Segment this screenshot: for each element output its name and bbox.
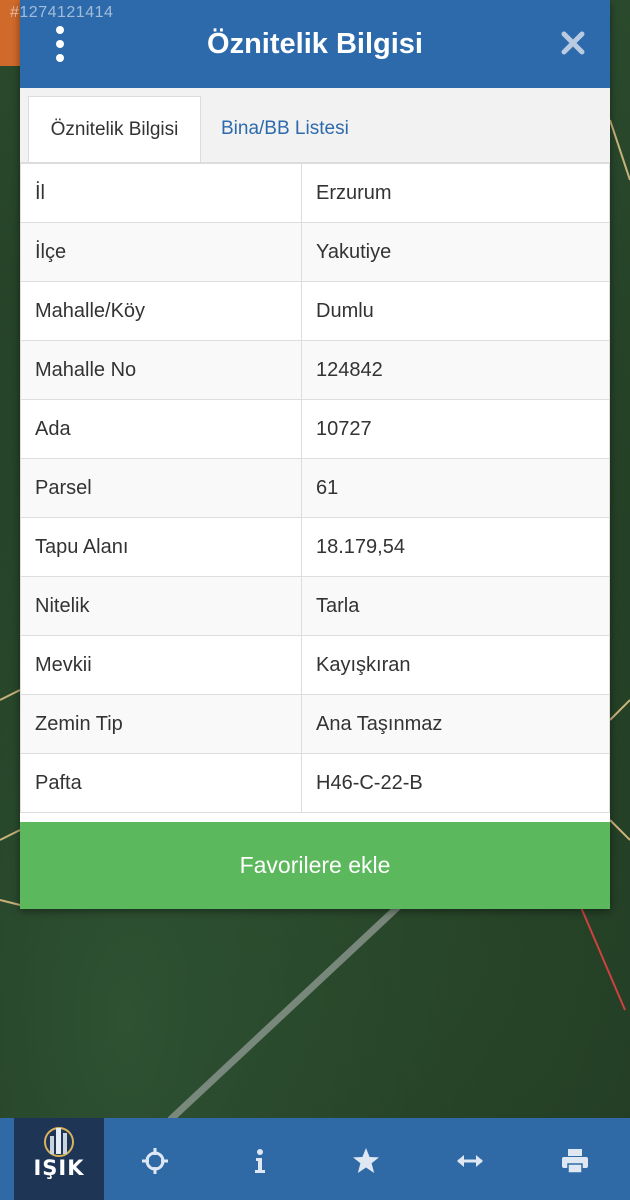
table-row: Tapu Alanı 18.179,54 <box>20 517 610 577</box>
logo-text: IŞIK <box>33 1156 85 1180</box>
tab-building-list[interactable]: Bina/BB Listesi <box>221 96 349 162</box>
star-icon[interactable] <box>352 1147 380 1175</box>
row-key: Zemin Tip <box>20 694 302 754</box>
row-key: Mevkii <box>20 635 302 695</box>
print-icon[interactable] <box>561 1147 589 1175</box>
table-row: Parsel 61 <box>20 458 610 518</box>
close-icon[interactable] <box>560 30 586 56</box>
row-key: İlçe <box>20 222 302 282</box>
more-vertical-icon[interactable] <box>52 26 68 62</box>
attribute-info-dialog: Öznitelik Bilgisi Öznitelik Bilgisi Bina… <box>20 0 610 909</box>
row-key: Nitelik <box>20 576 302 636</box>
table-row: İl Erzurum <box>20 163 610 223</box>
row-value: 61 <box>301 458 610 518</box>
row-value: Yakutiye <box>301 222 610 282</box>
measure-icon[interactable] <box>456 1147 484 1175</box>
table-row: Mevkii Kayışkıran <box>20 635 610 695</box>
table-row: İlçe Yakutiye <box>20 222 610 282</box>
row-value: Erzurum <box>301 163 610 223</box>
tab-attribute-info[interactable]: Öznitelik Bilgisi <box>28 96 201 162</box>
watermark-text: #1274121414 <box>10 4 114 21</box>
table-row: Mahalle/Köy Dumlu <box>20 281 610 341</box>
crosshair-icon[interactable] <box>141 1147 169 1175</box>
row-key: Parsel <box>20 458 302 518</box>
row-value: Dumlu <box>301 281 610 341</box>
logo-emblem-icon <box>44 1127 74 1157</box>
row-key: İl <box>20 163 302 223</box>
row-key: Tapu Alanı <box>20 517 302 577</box>
row-key: Mahalle No <box>20 340 302 400</box>
info-icon[interactable] <box>246 1147 274 1175</box>
bottom-toolbar: IŞIK <box>0 1118 630 1200</box>
row-key: Mahalle/Köy <box>20 281 302 341</box>
row-value: Tarla <box>301 576 610 636</box>
row-value: 124842 <box>301 340 610 400</box>
table-row: Zemin Tip Ana Taşınmaz <box>20 694 610 754</box>
dialog-title: Öznitelik Bilgisi <box>207 27 423 60</box>
row-key: Ada <box>20 399 302 459</box>
table-row: Pafta H46-C-22-B <box>20 753 610 813</box>
table-row: Nitelik Tarla <box>20 576 610 636</box>
menu-dot <box>56 40 64 48</box>
menu-dot <box>56 54 64 62</box>
attribute-table: İl Erzurum İlçe Yakutiye Mahalle/Köy Dumlu … <box>20 163 610 813</box>
row-key: Pafta <box>20 753 302 813</box>
add-to-favorites-button[interactable]: Favorilere ekle <box>20 822 610 909</box>
row-value: Kayışkıran <box>301 635 610 695</box>
row-value: H46-C-22-B <box>301 753 610 813</box>
table-row: Mahalle No 124842 <box>20 340 610 400</box>
isik-logo[interactable]: IŞIK <box>14 1118 104 1200</box>
row-value: 18.179,54 <box>301 517 610 577</box>
menu-dot <box>56 26 64 34</box>
tab-bar: Öznitelik Bilgisi Bina/BB Listesi <box>20 88 610 163</box>
row-value: Ana Taşınmaz <box>301 694 610 754</box>
row-value: 10727 <box>301 399 610 459</box>
table-row: Ada 10727 <box>20 399 610 459</box>
